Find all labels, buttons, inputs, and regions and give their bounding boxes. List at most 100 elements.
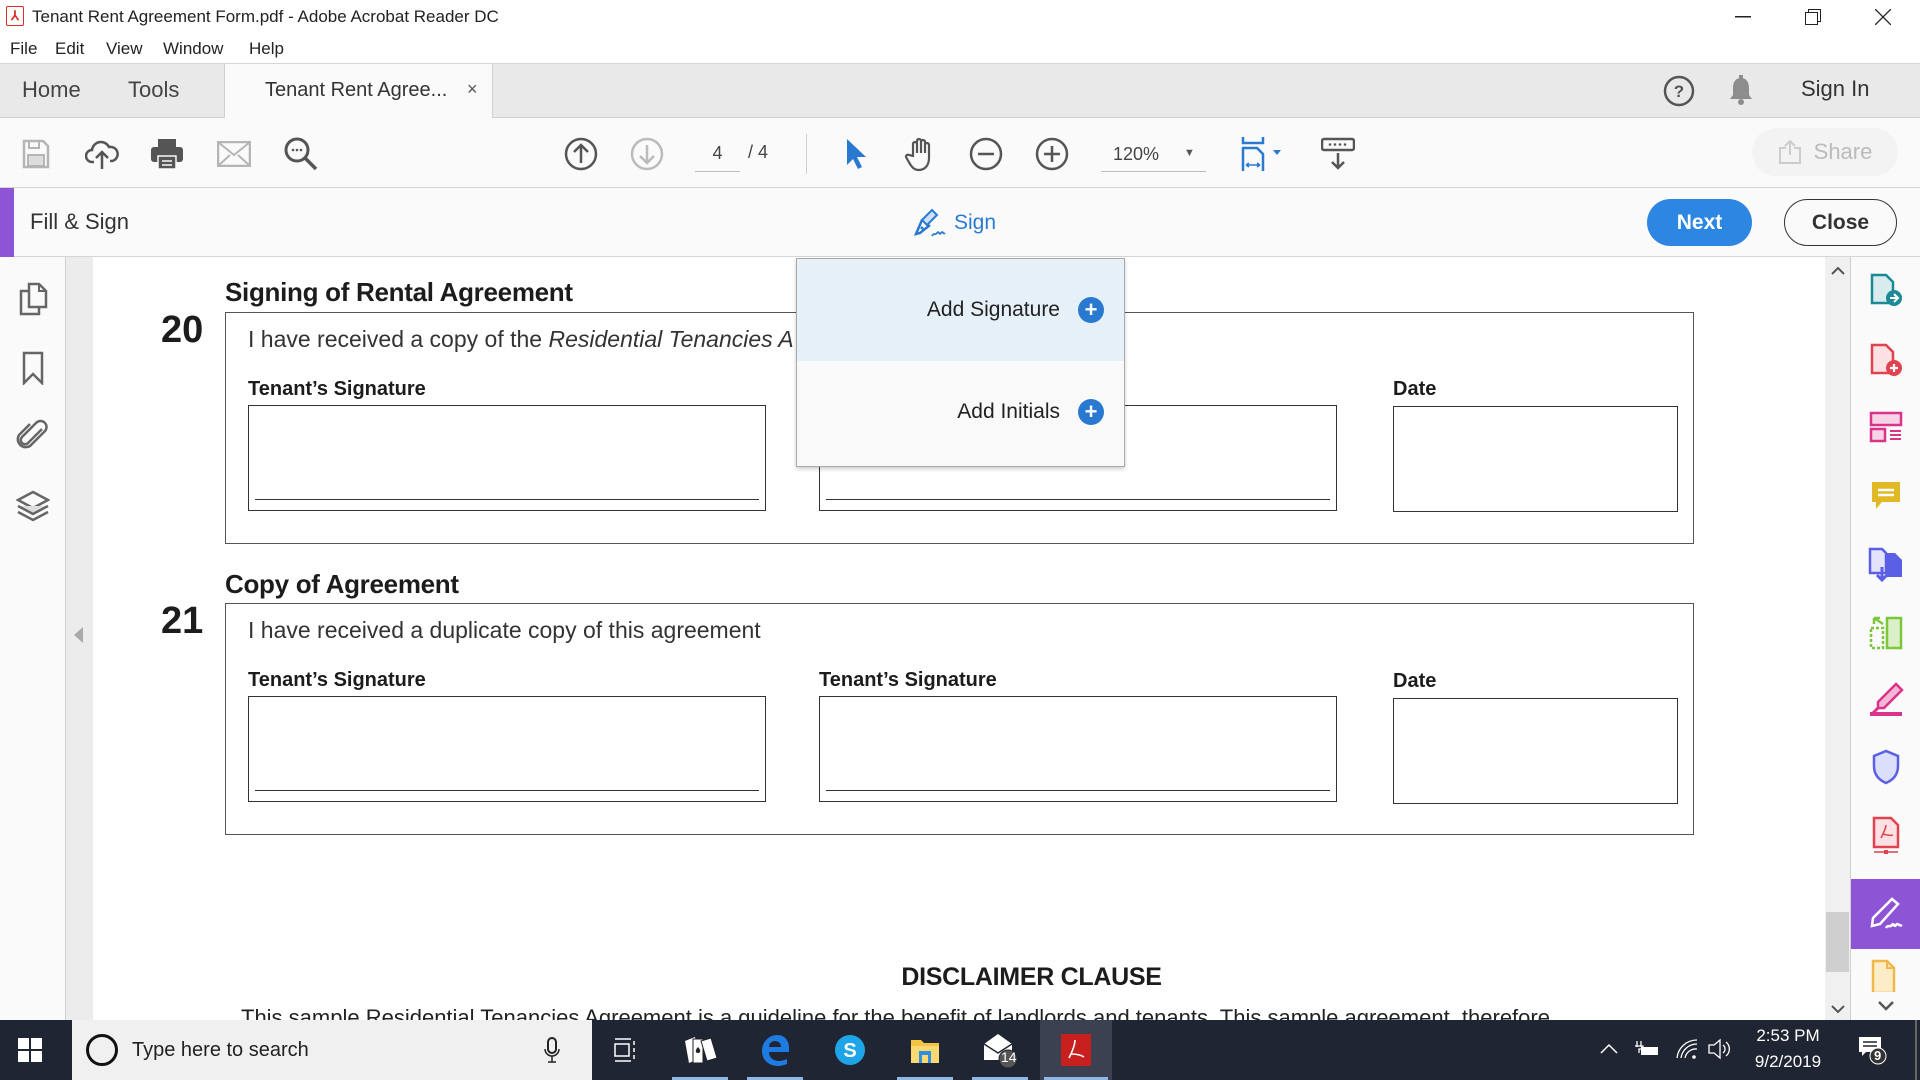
search-icon[interactable] [281,134,321,174]
tenant-signature-field[interactable] [248,405,766,511]
organize-pages-icon[interactable] [1851,397,1920,457]
bookmark-icon[interactable] [14,349,52,387]
left-navigation-panel [0,257,66,1020]
layers-icon[interactable] [14,487,52,525]
page-thumbnails-icon[interactable] [14,280,52,318]
add-initials-menu-item[interactable]: Add Initials + [797,361,1124,463]
bell-icon[interactable] [1727,75,1755,107]
tenant-signature-field-2[interactable] [819,696,1337,802]
vertical-scrollbar[interactable] [1825,257,1850,1020]
share-icon [1778,140,1801,164]
scroll-tools-down-icon[interactable] [1851,992,1920,1020]
volume-icon[interactable] [1707,1038,1733,1065]
section-title: Signing of Rental Agreement [225,277,573,307]
restore-button[interactable] [1783,0,1843,33]
taskbar-search-box[interactable]: Type here to search [72,1020,592,1080]
tab-document[interactable]: Tenant Rent Agree... × [224,64,493,118]
menu-view[interactable]: View [106,39,143,59]
expand-panel-arrow-icon[interactable] [74,627,83,643]
show-hidden-icons-icon[interactable] [1600,1042,1618,1060]
page-fit-icon[interactable] [1237,134,1287,174]
section-text: I have received a copy of the Residentia… [248,326,794,352]
clock-time[interactable]: 2:53 PM [1752,1026,1824,1046]
date-field[interactable] [1393,698,1678,804]
close-tab-icon[interactable]: × [467,79,478,100]
scroll-up-icon[interactable] [1831,263,1845,279]
file-explorer-icon[interactable] [893,1020,957,1080]
scrolling-mode-icon[interactable] [1318,134,1358,174]
search-placeholder: Type here to search [132,1039,309,1061]
fill-sign-label: Fill & Sign [30,209,130,234]
comment-icon[interactable] [1851,467,1920,527]
share-label: Share [1813,139,1873,164]
sign-in-link[interactable]: Sign In [1801,76,1870,102]
menu-edit[interactable]: Edit [55,39,84,59]
zoom-out-icon[interactable] [966,134,1006,174]
sign-button[interactable]: Sign [912,204,996,242]
toolbar-divider [806,134,807,174]
sign-label: Sign [954,211,997,234]
zoom-level-select[interactable]: 120% ▼ [1101,138,1206,172]
menu-file[interactable]: File [10,39,37,59]
page-number-input[interactable]: 4 [695,138,740,172]
compress-pdf-icon[interactable] [1851,603,1920,663]
skype-icon[interactable]: S [818,1020,882,1080]
acrobat-taskbar-icon[interactable] [1040,1020,1112,1080]
close-button[interactable]: Close [1784,199,1897,246]
share-button[interactable]: Share [1752,128,1898,176]
save-icon[interactable] [16,134,56,174]
svg-text:?: ? [1674,82,1684,101]
solitaire-app-icon[interactable] [668,1020,732,1080]
close-window-button[interactable] [1853,0,1913,33]
add-initials-label: Add Initials [957,400,1060,423]
protect-shield-icon[interactable] [1851,737,1920,797]
more-tools-file-icon[interactable] [1851,957,1920,997]
wifi-icon[interactable] [1675,1038,1699,1065]
email-icon[interactable] [214,134,254,174]
clock-date[interactable]: 9/2/2019 [1748,1052,1828,1072]
menu-help[interactable]: Help [249,39,284,59]
combine-files-icon[interactable] [1851,535,1920,595]
field-label: Tenant’s Signature [248,378,426,400]
edit-pdf-pen-icon[interactable] [1851,669,1920,729]
export-pdf-icon[interactable] [1851,260,1920,320]
show-desktop-button[interactable] [1915,1020,1917,1080]
mail-app-icon[interactable]: 14 [968,1020,1032,1080]
task-view-icon[interactable] [593,1020,657,1080]
next-button[interactable]: Next [1647,199,1752,246]
print-icon[interactable] [147,134,187,174]
select-tool-icon[interactable] [836,134,876,174]
main-toolbar: 4 / 4 120% ▼ Share [0,118,1920,188]
upload-cloud-icon[interactable] [82,134,122,174]
action-center-icon[interactable]: 9 [1858,1036,1888,1071]
add-signature-menu-item[interactable]: Add Signature + [797,259,1124,361]
tab-home[interactable]: Home [22,77,81,103]
add-signature-label: Add Signature [926,298,1060,321]
battery-icon[interactable] [1634,1040,1660,1063]
zoom-in-icon[interactable] [1032,134,1072,174]
pdf-file-icon[interactable] [1851,805,1920,865]
previous-page-button[interactable] [561,134,601,174]
hand-tool-icon[interactable] [901,134,941,174]
fill-sign-tool-icon[interactable] [1851,879,1920,949]
create-pdf-icon[interactable] [1851,330,1920,390]
windows-taskbar: Type here to search S 14 2:53 PM 9/2/201… [0,1020,1920,1080]
minimize-button[interactable] [1713,0,1773,33]
date-field[interactable] [1393,406,1678,512]
field-label: Date [1393,378,1437,400]
windows-start-icon[interactable] [18,1038,42,1067]
microphone-icon[interactable] [544,1037,560,1068]
attachment-icon[interactable] [14,417,52,455]
next-page-button[interactable] [627,134,667,174]
scrollbar-thumb[interactable] [1826,912,1849,972]
scroll-down-icon[interactable] [1831,1001,1845,1019]
help-icon[interactable]: ? [1663,75,1695,107]
mail-badge: 14 [1001,1049,1017,1065]
left-panel-collapse-gutter [66,257,93,1020]
tab-tools[interactable]: Tools [128,77,179,103]
tenant-signature-field[interactable] [248,696,766,802]
edge-browser-icon[interactable] [743,1020,807,1080]
zoom-level-value: 120% [1113,144,1160,164]
menu-window[interactable]: Window [163,39,223,59]
section-number: 21 [161,600,204,642]
